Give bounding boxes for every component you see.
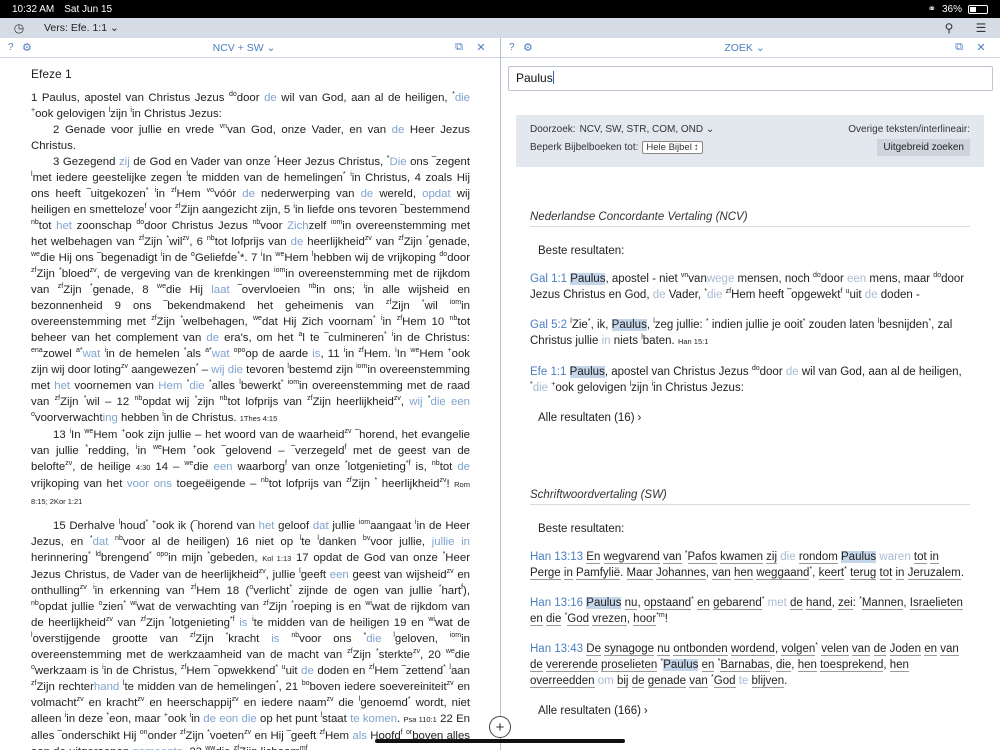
ncv-best-label: Beste resultaten:: [538, 245, 625, 257]
verse-paragraph: 13 iIn weHem +ook zijn jullie – het woor…: [31, 428, 471, 506]
text-caret: [552, 71, 554, 84]
result-ref[interactable]: Efe 1:1: [530, 366, 566, 378]
battery-icon: [968, 4, 988, 14]
overige-label: Overige teksten/interlineair:: [848, 124, 970, 135]
split-icon[interactable]: ⧉: [948, 41, 970, 54]
sw-all-results-link[interactable]: Alle resultaten (166) ›: [538, 705, 970, 717]
close-icon[interactable]: ✕: [970, 41, 992, 54]
ncv-all-results-link[interactable]: Alle resultaten (16) ›: [538, 412, 970, 424]
result-ref[interactable]: Gal 1:1: [530, 273, 567, 285]
right-pane-title[interactable]: ZOEK ⌄: [541, 42, 948, 54]
left-pane-title[interactable]: NCV + SW ⌄: [40, 42, 448, 54]
updown-icon: ↕: [693, 142, 699, 153]
doorzoek-label: Doorzoek:: [530, 124, 576, 135]
search-filters: Doorzoek: NCV, SW, STR, COM, OND ⌄ Beper…: [516, 115, 984, 167]
doorzoek-select[interactable]: NCV, SW, STR, COM, OND ⌄: [580, 124, 715, 135]
search-icon[interactable]: ⚲: [940, 19, 958, 37]
result-item[interactable]: Han 13:43 De synagoge nu ontbonden worde…: [530, 641, 970, 689]
sw-results: Schriftwoordvertaling (SW) Beste resulta…: [530, 489, 970, 717]
status-time: 10:32 AM: [12, 3, 55, 15]
verse-paragraph: 15 Derhalve lhoud* +ook ik (‾horend van …: [31, 519, 471, 750]
history-icon[interactable]: ◷: [10, 19, 28, 37]
chevron-right-icon: ›: [643, 705, 648, 717]
beperk-label: Beperk Bijbelboeken tot:: [530, 142, 639, 153]
verse-paragraph: 2 Genade voor jullie en vrede vnvan God,…: [31, 123, 470, 152]
result-ref[interactable]: Gal 5:2: [530, 319, 567, 331]
right-pane-header: ? ⚙ ZOEK ⌄ ⧉ ✕: [501, 38, 1000, 58]
verse-selector[interactable]: Vers: Efe. 1:1 ⌄: [44, 22, 119, 34]
help-icon[interactable]: ?: [509, 42, 523, 53]
verse-paragraph: 3 Gezegend zij de God en Vader van onze …: [31, 155, 471, 424]
search-input[interactable]: Paulus: [508, 66, 993, 91]
chevron-right-icon: ›: [637, 412, 642, 424]
split-icon[interactable]: ⧉: [448, 41, 470, 54]
ncv-title: Nederlandse Concordante Vertaling (NCV): [530, 211, 970, 227]
sw-best-label: Beste resultaten:: [538, 523, 625, 535]
ncv-results: Nederlandse Concordante Vertaling (NCV) …: [530, 211, 970, 424]
status-bar: 10:32 AM Sat Jun 15 ⚭ 36%: [0, 0, 1000, 18]
result-item[interactable]: Gal 1:1 Paulus, apostel - niet vnvanwege…: [530, 271, 970, 303]
home-indicator[interactable]: [375, 739, 625, 743]
bible-books-select[interactable]: Hele Bijbel ↕: [642, 141, 703, 154]
wifi-icon: ⚭: [927, 3, 936, 15]
left-pane-header: ? ⚙ NCV + SW ⌄ ⧉ ✕: [0, 38, 500, 58]
chapter-title: Efeze 1: [31, 67, 72, 81]
result-item[interactable]: Efe 1:1 Paulus, apostel van Christus Jez…: [530, 364, 970, 396]
verse-label: Vers: Efe. 1:1: [44, 22, 108, 34]
close-icon[interactable]: ✕: [470, 41, 492, 54]
gear-icon[interactable]: ⚙: [523, 41, 541, 54]
help-icon[interactable]: ?: [8, 42, 22, 53]
menu-icon[interactable]: ☰: [972, 19, 990, 37]
verse-paragraph: 1 Paulus, apostel van Christus Jezus dod…: [31, 91, 471, 120]
chevron-down-icon: ⌄: [110, 22, 119, 34]
plus-icon[interactable]: +: [489, 716, 511, 738]
sw-title: Schriftwoordvertaling (SW): [530, 489, 970, 505]
app-toolbar: ◷ Vers: Efe. 1:1 ⌄ ⚲ ☰: [0, 18, 1000, 38]
result-item[interactable]: Han 13:13 En wegvarend van *Pafos kwamen…: [530, 549, 970, 581]
search-pane: Paulus Doorzoek: NCV, SW, STR, COM, OND …: [501, 58, 1000, 750]
result-ref[interactable]: Han 13:13: [530, 551, 583, 563]
result-item[interactable]: Han 13:16 Paulus nu, opstaand* en gebare…: [530, 595, 970, 627]
status-date: Sat Jun 15: [64, 3, 113, 15]
battery-percentage: 36%: [941, 3, 962, 15]
result-ref[interactable]: Han 13:16: [530, 597, 583, 609]
result-ref[interactable]: Han 13:43: [530, 643, 583, 655]
bible-text-pane: Efeze 1 1 Paulus, apostel van Christus J…: [0, 58, 500, 750]
advanced-search-button[interactable]: Uitgebreid zoeken: [877, 139, 970, 156]
result-item[interactable]: Gal 5:2 lZie*, ik, Paulus, lzeg jullie: …: [530, 317, 970, 350]
gear-icon[interactable]: ⚙: [22, 41, 40, 54]
